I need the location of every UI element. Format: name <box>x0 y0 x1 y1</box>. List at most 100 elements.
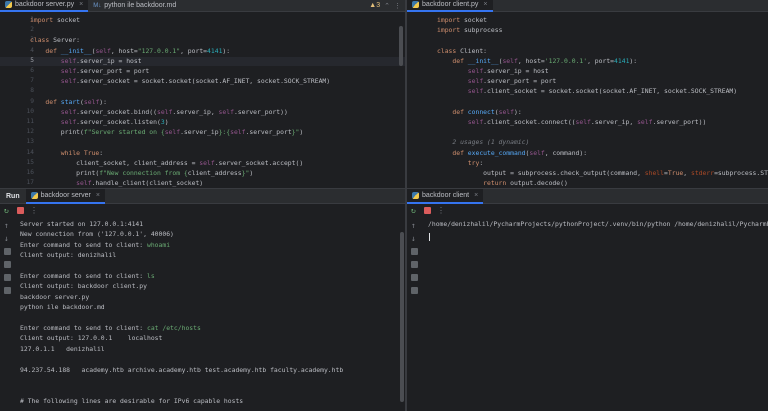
scroll-to-end-icon[interactable] <box>4 261 11 268</box>
up-arrow-icon[interactable]: ↑ <box>4 222 11 230</box>
console-user-input: cat /etc/hosts <box>146 324 201 332</box>
console-line: 127.0.1.1 denizhalil <box>20 345 105 353</box>
console-text: python ile backdoor.md <box>20 303 105 312</box>
more-icon[interactable]: ⋮ <box>437 206 445 214</box>
print-icon[interactable] <box>4 274 11 281</box>
tab-label: backdoor client.py <box>422 1 479 8</box>
code-line: class Client: <box>437 46 488 55</box>
code-line: self.client_socket = socket.socket(socke… <box>467 87 738 96</box>
console-text: Enter command to send to client: <box>20 272 147 280</box>
scroll-to-end-icon[interactable] <box>411 261 418 268</box>
code-line: return output.decode() <box>483 179 568 188</box>
console-line: backdoor server.py <box>20 293 89 301</box>
code-line: while True: <box>60 148 104 157</box>
warning-icon[interactable]: ▲3 <box>369 2 380 9</box>
console-text: Client output: backdoor client.py <box>20 282 147 291</box>
code-line: self.server_ip = host <box>467 67 549 75</box>
code-line: def connect(self): <box>452 107 522 116</box>
code-line: 2 usages (1 dynamic) <box>452 138 530 147</box>
code-line: self.server_socket = socket.socket(socke… <box>60 77 331 86</box>
console-text: Enter command to send to client: <box>20 240 147 249</box>
python-icon <box>30 191 38 199</box>
code-line: import subprocess <box>437 26 503 35</box>
console-user-input: ls <box>146 272 155 280</box>
code-line: import socket <box>437 16 488 24</box>
line-number: 8 <box>30 87 34 95</box>
run-tab-label: backdoor client <box>422 191 470 199</box>
print-icon[interactable] <box>411 274 418 281</box>
soft-wrap-icon[interactable] <box>4 248 11 255</box>
right-console-output[interactable]: /home/denizhalil/PycharmProjects/pythonP… <box>428 218 768 411</box>
markdown-file-icon: M↓ <box>93 2 102 9</box>
python-icon <box>412 191 419 199</box>
console-line: /home/denizhalil/PycharmProjects/pythonP… <box>428 220 768 228</box>
console-text: New connection from ('127.0.0.1', 40006) <box>20 230 174 239</box>
console-text: # The following lines are desirable for … <box>20 396 244 405</box>
code-line: self.server_socket.listen(3) <box>60 118 169 126</box>
code-line: self.server_port = port <box>60 67 150 75</box>
console-text: Client output: denizhalil <box>20 251 117 260</box>
tab-label: backdoor server.py <box>15 1 75 8</box>
right-editor-tab-0[interactable]: backdoor client.py × <box>407 0 493 12</box>
trash-icon[interactable] <box>4 287 11 294</box>
tab-label: python ile backdoor.md <box>104 2 177 9</box>
soft-wrap-icon[interactable] <box>411 248 418 255</box>
right-code-editor[interactable]: import socket import subprocess class Clie… <box>407 12 768 188</box>
chevron-up-icon[interactable]: ⌃ <box>384 2 390 10</box>
up-arrow-icon[interactable]: ↑ <box>411 222 418 230</box>
right-run-actions: ↻ ⋮ <box>407 204 445 216</box>
console-text: 127.0.1.1 denizhalil <box>20 344 105 353</box>
console-line: Client output: backdoor client.py <box>20 282 147 290</box>
console-line: Enter command to send to client: whoami <box>20 241 170 249</box>
code-line: self.server_port = port <box>467 77 557 86</box>
close-icon[interactable]: × <box>96 192 100 199</box>
code-line: self.server_socket.bind((self.server_ip,… <box>60 107 288 116</box>
python-file-icon <box>412 1 419 8</box>
left-tabbar-actions: ▲3 ⌃ ⋮ <box>369 2 405 10</box>
line-number: 13 <box>26 138 34 146</box>
right-run-toolbar: backdoor client × <box>407 188 768 204</box>
run-tab-backdoor-client[interactable]: backdoor client × <box>407 188 484 204</box>
console-line: python ile backdoor.md <box>20 303 105 311</box>
rerun-icon[interactable]: ↻ <box>4 206 11 214</box>
console-line: Client output: denizhalil <box>20 251 116 259</box>
console-text: /home/denizhalil/PycharmProjects/pythonP… <box>428 220 768 228</box>
code-line: def __init__(self, host='127.0.0.1', por… <box>452 56 638 65</box>
left-run-toolbar: Run backdoor server × <box>0 188 405 204</box>
right-console-side-toolbar: ↑ ↓ <box>411 222 421 300</box>
code-line: self.server_ip = host <box>60 56 142 65</box>
more-icon[interactable]: ⋮ <box>30 206 38 214</box>
console-line: Client output: 127.0.0.1 localhost <box>20 334 162 342</box>
console-user-input: whoami <box>146 240 171 249</box>
console-text: Server started on 127.0.0.1:4141 <box>20 220 144 228</box>
run-tab-backdoor-server[interactable]: backdoor server × <box>25 188 105 204</box>
left-editor-tab-0[interactable]: backdoor server.py × <box>0 0 89 12</box>
down-arrow-icon[interactable]: ↓ <box>4 235 11 243</box>
left-code-editor[interactable]: 1 import socket 2 3 class Server: 4 def __ini… <box>0 12 405 188</box>
left-editor-tab-1[interactable]: M↓ python ile backdoor.md <box>88 0 181 12</box>
rerun-icon[interactable]: ↻ <box>411 206 418 214</box>
run-tab-label: backdoor server <box>40 191 91 199</box>
code-line: self.client_socket.connect((self.server_… <box>467 118 707 126</box>
close-icon[interactable]: × <box>79 1 83 8</box>
left-editor-tabbar: backdoor server.py × M↓ python ile backdoor… <box>0 0 405 12</box>
code-line: import socket <box>30 16 81 24</box>
left-editor-scrollbar[interactable] <box>399 26 403 66</box>
python-file-icon <box>5 1 12 8</box>
more-icon[interactable]: ⋮ <box>394 2 401 10</box>
left-console-output[interactable]: Server started on 127.0.0.1:4141 New conn… <box>20 218 400 411</box>
left-run-actions: ↻ ⋮ <box>0 204 38 216</box>
trash-icon[interactable] <box>411 287 418 294</box>
console-text: backdoor server.py <box>20 292 90 301</box>
stop-icon[interactable] <box>17 206 24 214</box>
code-line: client_socket, client_address = self.ser… <box>30 158 304 167</box>
close-icon[interactable]: × <box>474 192 478 199</box>
stop-icon[interactable] <box>424 206 431 214</box>
down-arrow-icon[interactable]: ↓ <box>411 235 418 243</box>
left-console-scrollbar[interactable] <box>400 232 404 402</box>
code-line: output = subprocess.check_output(command… <box>437 169 768 177</box>
close-icon[interactable]: × <box>483 1 487 8</box>
code-line: def __init__(self, host="127.0.0.1", por… <box>45 46 231 55</box>
console-text: Enter command to send to client: <box>20 324 147 332</box>
line-number: 2 <box>30 26 34 34</box>
